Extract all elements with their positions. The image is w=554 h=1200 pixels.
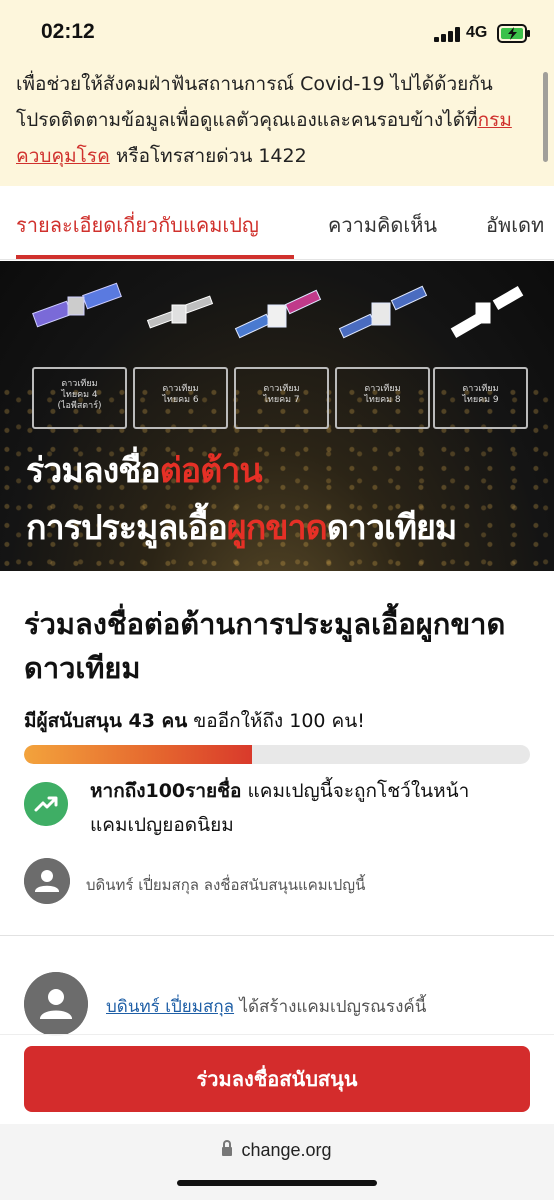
hero-headline-line1: ร่วมลงชื่อต่อต้าน: [26, 443, 263, 497]
cellular-signal-icon: [434, 27, 460, 42]
supporter-count: มีผู้สนับสนุน 43 คน ขออีกให้ถึง 100 คน!: [24, 706, 365, 736]
browser-address-bar[interactable]: change.org: [0, 1124, 554, 1200]
lock-icon: [222, 1140, 233, 1156]
satellite-label: ดาวเทียม ไทยคม 4 (ไอพีสตาร์): [57, 379, 102, 411]
hero-headline-text: ดาวเทียม: [326, 508, 458, 548]
trending-message: หากถึง100รายชื่อ แคมเปญนี้จะถูกโชว์ในหน้…: [90, 774, 530, 842]
active-tab-indicator: [16, 255, 294, 259]
sign-petition-button[interactable]: ร่วมลงชื่อสนับสนุน: [24, 1046, 530, 1112]
satellite-label: ดาวเทียม ไทยคม 8: [364, 384, 401, 405]
notice-text: เพื่อช่วยให้สังคมฝ่าฟันสถานการณ์ Covid-1…: [16, 73, 493, 131]
satellite-label: ดาวเทียม ไทยคม 6: [162, 384, 199, 405]
avatar: [24, 858, 70, 904]
supporter-goal: ขออีกให้ถึง 100 คน!: [187, 710, 365, 732]
hero-headline-highlight: ผูกขาด: [226, 508, 328, 548]
network-type: 4G: [466, 24, 488, 41]
recent-signer: บดินทร์ เปี่ยมสกุล ลงชื่อสนับสนุนแคมเปญน…: [86, 876, 366, 894]
satellite-icon: [32, 282, 122, 328]
status-time: 02:12: [41, 20, 95, 43]
hero-headline-highlight: ต่อต้าน: [159, 451, 263, 491]
campaign-creator: บดินทร์ เปี่ยมสกุล ได้สร้างแคมเปญรณรงค์น…: [106, 993, 426, 1020]
satellite-icon: [146, 295, 214, 329]
battery-charging-icon: [497, 24, 530, 43]
supporter-prefix: มีผู้สนับสนุน: [24, 710, 129, 732]
trending-up-icon: [24, 782, 68, 826]
campaign-tabs: รายละเอียดเกี่ยวกับแคมเปญ ความคิดเห็น อั…: [0, 186, 554, 260]
satellite-icon: [450, 285, 524, 339]
tab-updates[interactable]: อัพเดท: [486, 209, 544, 241]
progress-fill: [24, 745, 252, 764]
satellite-icon: [234, 289, 322, 339]
signature-progress-bar: [24, 745, 530, 764]
creator-suffix: ได้สร้างแคมเปญรณรงค์นี้: [234, 997, 427, 1017]
satellite-icon: [338, 285, 428, 339]
supporter-number: 43 คน: [128, 710, 188, 732]
hero-headline-text: การประมูลเอื้อ: [26, 508, 228, 548]
tab-comments[interactable]: ความคิดเห็น: [328, 209, 437, 241]
covid-notice-banner: เพื่อช่วยให้สังคมฝ่าฟันสถานการณ์ Covid-1…: [0, 66, 554, 186]
tab-campaign-details[interactable]: รายละเอียดเกี่ยวกับแคมเปญ: [16, 209, 259, 241]
url-text[interactable]: change.org: [241, 1140, 331, 1160]
hero-headline-text: ร่วมลงชื่อ: [26, 451, 161, 491]
creator-avatar[interactable]: [24, 972, 88, 1036]
notice-hotline-text: หรือโทรสายด่วน 1422: [109, 145, 307, 167]
satellites-illustration: [32, 282, 524, 339]
status-bar: 02:12 4G: [0, 0, 554, 66]
satellite-label: ดาวเทียม ไทยคม 9: [462, 384, 499, 405]
creator-name-link[interactable]: บดินทร์ เปี่ยมสกุล: [106, 997, 234, 1017]
campaign-title: ร่วมลงชื่อต่อต้านการประมูลเอื้อผูกขาดดาว…: [24, 607, 506, 685]
section-divider: [0, 935, 554, 936]
satellite-label: ดาวเทียม ไทยคม 7: [263, 384, 300, 405]
home-indicator[interactable]: [177, 1180, 377, 1186]
notice-scrollbar[interactable]: [543, 72, 548, 162]
trending-goal: หากถึง100รายชื่อ: [90, 780, 242, 802]
hero-headline-line2: การประมูลเอื้อผูกขาดดาวเทียม: [26, 500, 458, 554]
